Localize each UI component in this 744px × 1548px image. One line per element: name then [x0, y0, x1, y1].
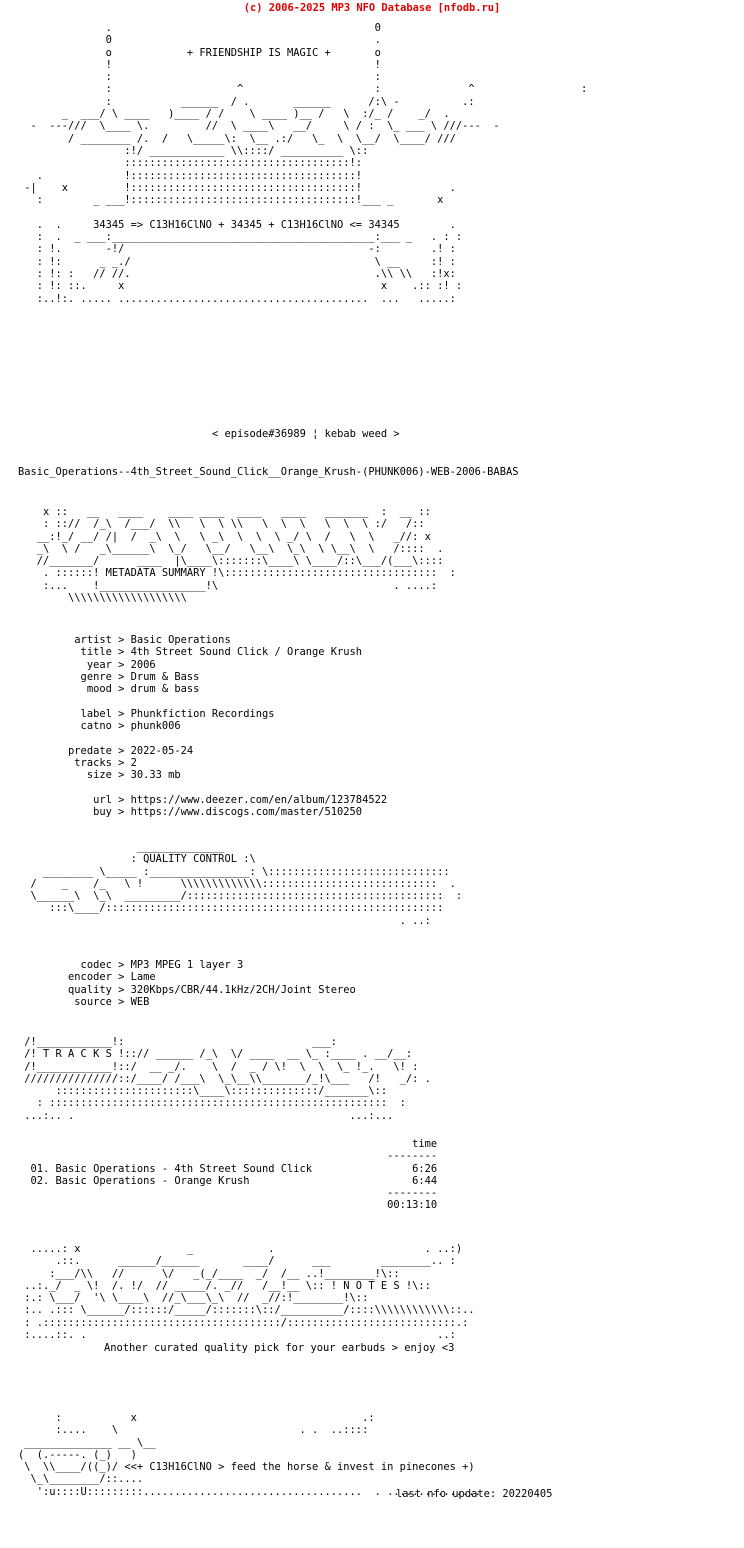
episode-line: < episode#36989 ¦ kebab weed >: [212, 428, 400, 440]
notes-text: Another curated quality pick for your ea…: [104, 1342, 455, 1354]
tracks-banner: /!____________!: ___: /! T R A C K S !::…: [24, 1036, 431, 1122]
quality-fields: codec > MP3 MPEG 1 layer 3 encoder > Lam…: [68, 959, 356, 1008]
release-name: Basic_Operations--4th_Street_Sound_Click…: [18, 466, 519, 478]
footer-ascii-art: : x .: :.... \ . . ..:::: ______________…: [18, 1412, 481, 1498]
notes-banner: .....: x _ . . ..:) .::. ______/______ _…: [24, 1243, 475, 1342]
tracklist: time -------- 01. Basic Operations - 4th…: [30, 1138, 438, 1212]
quality-control-banner: ______________ : QUALITY CONTROL :\ ____…: [30, 841, 463, 927]
copyright-banner: (c) 2006-2025 MP3 NFO Database [nfodb.ru…: [243, 2, 501, 14]
header-ascii-art: . 0 0 . o + FRIENDSHIP IS MAGIC + o ! ! …: [24, 22, 588, 305]
metadata-fields: artist > Basic Operations title > 4th St…: [68, 634, 388, 819]
nfo-document: (c) 2006-2025 MP3 NFO Database [nfodb.ru…: [0, 0, 744, 1548]
last-nfo-update: last nfo update: 20220405: [396, 1488, 553, 1500]
metadata-summary-banner: x :: __ ____ ____ ____ ____ ____ _______…: [36, 506, 456, 605]
